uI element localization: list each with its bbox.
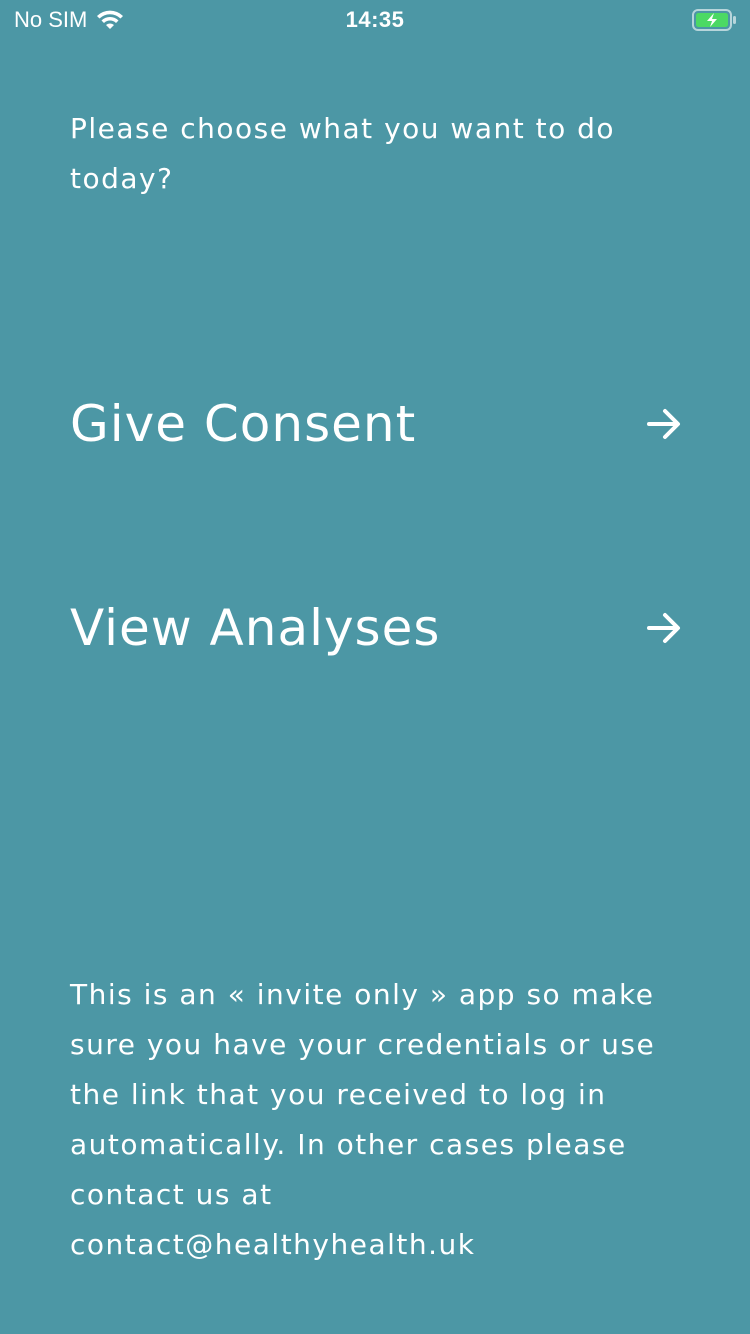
view-analyses-label: View Analyses <box>70 599 441 657</box>
status-bar: No SIM 14:35 <box>0 0 750 40</box>
contact-email-link[interactable]: contact@healthyhealth.uk <box>70 1220 690 1270</box>
give-consent-label: Give Consent <box>70 395 417 453</box>
arrow-right-icon <box>647 409 680 439</box>
invite-only-text: This is an « invite only » app so make s… <box>70 978 656 1211</box>
view-analyses-option[interactable]: View Analyses <box>70 588 690 668</box>
give-consent-option[interactable]: Give Consent <box>70 384 690 464</box>
invite-only-notice: This is an « invite only » app so make s… <box>70 970 690 1270</box>
status-time: 14:35 <box>345 7 405 32</box>
arrow-right-icon <box>647 613 680 643</box>
prompt-text: Please choose what you want to do today? <box>70 112 616 195</box>
battery-charging-icon <box>692 9 736 31</box>
